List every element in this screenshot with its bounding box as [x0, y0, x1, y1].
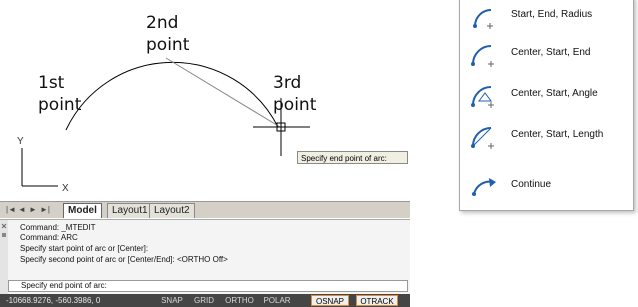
arc-continue-icon	[472, 178, 496, 196]
menu-item-center-start-length[interactable]: Center, Start, Length	[460, 117, 633, 153]
menu-item-label: Center, Start, End	[511, 47, 591, 58]
tab-layout2[interactable]: Layout2	[149, 203, 195, 218]
command-history-line: Specify start point of arc or [Center]:	[20, 244, 149, 253]
ortho-toggle[interactable]: ORTHO	[223, 295, 256, 306]
command-window: Command: _MTEDIT Command: ARC Specify st…	[0, 219, 410, 295]
third-point-label: 3rd point	[273, 73, 317, 115]
arc-center-start-length-icon	[471, 127, 494, 149]
grid-toggle[interactable]: GRID	[191, 295, 217, 306]
menu-item-label: Center, Start, Length	[511, 129, 604, 140]
menu-item-label: Continue	[511, 179, 552, 190]
command-history-line: Specify second point of arc or [Center/E…	[20, 255, 228, 264]
last-tab-button[interactable]: ►|	[40, 204, 50, 216]
ucs-x-label: X	[62, 183, 69, 194]
menu-item-label: Start, End, Radius	[511, 9, 593, 20]
layout-tab-bar: |◄ ◄ ► ►| Model Layout1 Layout2	[0, 201, 410, 218]
close-icon[interactable]	[0, 220, 8, 240]
command-history-line: Command: ARC	[20, 233, 78, 242]
first-point-label: 1st point	[38, 73, 82, 115]
coordinate-readout[interactable]: -10668.9276, -560.3986, 0	[6, 295, 100, 306]
command-history-line: Command: _MTEDIT	[20, 223, 96, 232]
arc-center-start-end-icon	[471, 45, 494, 67]
rubber-band-line	[165, 57, 281, 128]
first-tab-button[interactable]: |◄	[6, 204, 16, 216]
arc-preview	[65, 61, 279, 131]
next-tab-button[interactable]: ►	[29, 204, 37, 216]
second-point-label: 2nd point	[146, 13, 190, 55]
osnap-toggle[interactable]: OSNAP	[311, 295, 349, 306]
ucs-y-label: Y	[17, 136, 24, 147]
arc-start-end-radius-icon	[473, 9, 493, 29]
menu-item-continue[interactable]: Continue	[460, 167, 633, 203]
dynamic-input-tooltip: Specify end point of arc:	[297, 151, 408, 164]
menu-item-label: Center, Start, Angle	[511, 88, 598, 99]
polar-toggle[interactable]: POLAR	[261, 295, 293, 306]
menu-item-start-end-radius[interactable]: Start, End, Radius	[460, 0, 633, 33]
command-window-gutter[interactable]	[0, 220, 8, 295]
tab-model[interactable]: Model	[63, 203, 102, 218]
status-bar: -10668.9276, -560.3986, 0 SNAP GRID ORTH…	[0, 294, 410, 307]
arc-center-start-angle-icon	[471, 86, 494, 108]
snap-toggle[interactable]: SNAP	[158, 295, 186, 306]
arc-options-menu: Start, End, Radius Center, Start, End Ce…	[459, 0, 634, 211]
otrack-toggle[interactable]: OTRACK	[356, 295, 398, 306]
tab-layout1[interactable]: Layout1	[107, 203, 153, 218]
previous-tab-button[interactable]: ◄	[18, 204, 26, 216]
ucs-icon	[21, 148, 58, 187]
menu-item-center-start-angle[interactable]: Center, Start, Angle	[460, 76, 633, 112]
command-input[interactable]: Specify end point of arc:	[8, 280, 408, 292]
menu-item-center-start-end[interactable]: Center, Start, End	[460, 35, 633, 71]
